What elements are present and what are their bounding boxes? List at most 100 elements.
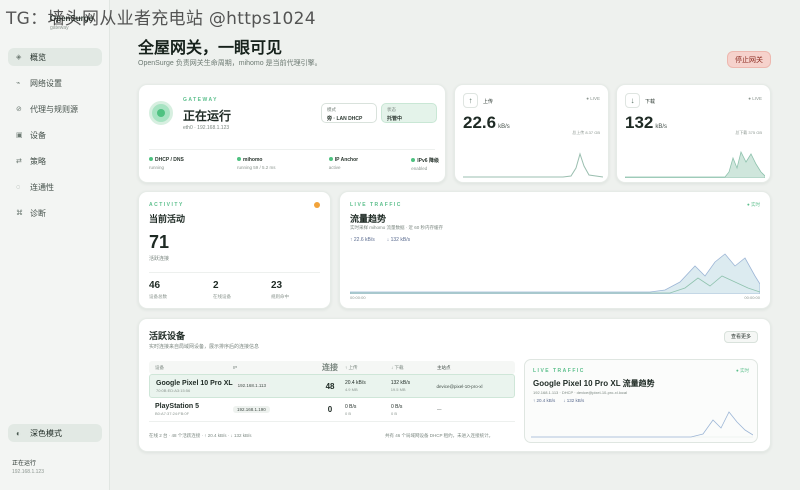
sidebar-item-label: 连通性: [30, 182, 54, 192]
feature-ip-anchor: IP Anchor active: [328, 157, 359, 171]
download-unit: kB/s: [655, 124, 668, 130]
upload-label: 上传: [483, 99, 494, 105]
connectivity-icon: ◌: [16, 183, 21, 191]
page-title: 全屋网关，一眼可见: [138, 40, 283, 57]
sidebar-status-text: 正在运行: [12, 461, 37, 467]
live-traffic-kicker: LIVE TRAFFIC: [350, 202, 402, 208]
live-tag: ● LIVE: [586, 96, 600, 101]
upload-sparkline: [463, 152, 603, 178]
sidebar-item-label: 诊断: [30, 208, 46, 218]
activity-kicker: ACTIVITY: [149, 202, 184, 208]
sidebar-item-devices[interactable]: ▣ 设备: [8, 126, 102, 144]
upload-rate: 0 B/s: [345, 403, 357, 410]
gateway-kicker: GATEWAY: [183, 97, 218, 103]
feature-ipv6: IPv6 降级 enabled: [411, 157, 439, 171]
activity-indicator: [314, 202, 320, 208]
device-connections: 48: [325, 381, 335, 391]
device-name: Google Pixel 10 Pro XL: [156, 379, 233, 387]
download-sparkline: [625, 150, 765, 178]
download-total: 0 B: [391, 410, 398, 416]
status-dot-icon: [411, 158, 416, 162]
sidebar-status-ip: 192.168.1.123: [12, 469, 44, 475]
page-subtitle: OpenSurge 负责网关生命周期，mihomo 是当前代理引擎。: [138, 60, 322, 67]
stat-online: 2 在线设备: [213, 280, 231, 300]
stat-rules: 23 规则命中: [271, 280, 289, 300]
pill-value: 托管中: [387, 116, 403, 122]
feature-title: IPv6 降级: [417, 158, 439, 164]
status-dot-icon: [237, 157, 242, 161]
upload-unit: kB/s: [498, 124, 510, 130]
download-card: ↓ 下载 ● LIVE 132 kB/s 总下载 375 GB: [616, 84, 771, 183]
upload-total: 总上传 8.37 GB: [572, 130, 600, 135]
sidebar-item-connectivity[interactable]: ◌ 连通性: [8, 178, 102, 196]
sidebar-item-network[interactable]: ⌁ 网络设置: [8, 74, 102, 92]
live-traffic-subtitle: 实时采样 mihomo 流量数据 · 近 60 秒内存缓存: [350, 225, 444, 230]
upload-card: ↑ 上传 ● LIVE 22.6 kB/s 总上传 8.37 GB: [454, 84, 609, 183]
device-upload: 0 B/s 0 B: [345, 404, 391, 416]
device-traffic-panel: LIVE TRAFFIC ● 实时 Google Pixel 10 Pro XL…: [524, 359, 758, 443]
status-dot-icon: [149, 157, 153, 161]
view-more-button[interactable]: 查看更多: [723, 331, 758, 343]
gateway-mode-pill: 模式旁 · LAN DHCP: [321, 103, 377, 123]
moon-icon: ◐: [16, 428, 21, 438]
stat-value: 2: [213, 280, 219, 291]
device-ip: 192.168.1.190: [233, 405, 270, 413]
gateway-features: DHCP / DNS running mihomo running 59 / 5.2…: [149, 157, 439, 171]
dark-mode-label: 深色模式: [30, 428, 62, 438]
table-row[interactable]: Google Pixel 10 Pro XL 70:0B:ED:A3:15:56 …: [149, 374, 515, 398]
stat-devices: 46 设备总数: [149, 280, 167, 300]
sidebar-item-label: 策略: [30, 156, 46, 166]
sidebar: OpenSurge gateway ◈ 概览 ⌁ 网络设置 ⊘ 代理与规则源 ▣ 设备 …: [0, 0, 110, 490]
download-label: 下载: [645, 99, 656, 105]
download-value: 132 kB/s: [625, 113, 667, 133]
feature-title: DHCP / DNS: [155, 157, 184, 163]
gateway-state-pill: 状态 托管中: [381, 103, 437, 123]
upload-rate: 20.4 kB/s: [344, 380, 366, 386]
live-traffic-legend: ↑ 22.6 kB/s ↓ 132 kB/s: [350, 237, 422, 243]
feature-dhcp-dns: DHCP / DNS running: [149, 157, 184, 171]
legend-upload: ↑ 22.6 kB/s: [350, 237, 375, 243]
device-name: PlayStation 5: [155, 403, 199, 410]
pill-label: 模式: [327, 107, 336, 112]
device-connections: 0: [327, 405, 333, 414]
download-rate: 132 kB/s: [390, 380, 411, 386]
gateway-ip: eth0 · 192.168.1.123: [183, 125, 230, 131]
sidebar-item-diagnostics[interactable]: ⌘ 诊断: [8, 204, 102, 222]
feature-title: mihomo: [243, 157, 263, 163]
dark-mode-toggle[interactable]: ◐ 深色模式: [8, 424, 102, 442]
device-traffic-kicker: LIVE TRAFFIC: [533, 368, 585, 374]
sidebar-nav: ◈ 概览 ⌁ 网络设置 ⊘ 代理与规则源 ▣ 设备 ⇄ 策略 ◌ 连通性 ⌘ 诊断: [8, 48, 102, 230]
stat-value: 23: [271, 280, 283, 291]
sidebar-item-proxy[interactable]: ⊘ 代理与规则源: [8, 100, 102, 118]
divider: [149, 272, 320, 273]
sidebar-item-overview[interactable]: ◈ 概览: [8, 48, 102, 66]
legend-download: ↓ 132 kB/s: [386, 237, 411, 243]
column-host: 主站点: [437, 364, 451, 370]
upload-number: 22.6: [463, 113, 497, 132]
download-arrow-icon: ↓: [625, 93, 640, 108]
device-host: —: [437, 407, 442, 412]
live-tag: ● LIVE: [748, 96, 762, 101]
device-traffic-title: Google Pixel 10 Pro XL 流量趋势: [533, 379, 655, 388]
feature-title: IP Anchor: [334, 157, 359, 163]
stat-label: 设备总数: [149, 294, 167, 299]
column-download: ↓ 下载: [391, 364, 404, 370]
policy-icon: ⇄: [16, 158, 22, 165]
download-number: 132: [625, 113, 654, 132]
sidebar-item-policy[interactable]: ⇄ 策略: [8, 152, 102, 170]
network-icon: ⌁: [16, 80, 21, 87]
stat-label: 规则命中: [271, 294, 289, 299]
column-ip: IP: [233, 365, 238, 370]
upload-arrow-icon: ↑: [463, 93, 478, 108]
live-indicator: ● 实时: [747, 202, 760, 207]
stop-gateway-button[interactable]: 停止网关: [727, 51, 771, 68]
table-row[interactable]: PlayStation 5 B0:A7:37:24:FB:0F 192.168.1…: [149, 398, 515, 422]
upload-total: 4.9 MB: [344, 387, 358, 392]
sidebar-item-label: 网络设置: [30, 78, 62, 88]
time-end: 00:00:00: [744, 295, 760, 300]
devices-icon: ▣: [16, 132, 23, 139]
active-devices-card: 活跃设备 实时连接来自局域网设备，展示排序后的连接信息 查看更多 设备 IP 连…: [138, 318, 771, 452]
legend-download: ↓ 132 kB/s: [563, 398, 585, 403]
devices-footer-note: 共有 46 个局域网设备 DHCP 租约，未进入连接统计。: [385, 433, 494, 438]
device-ip-cell: 192.168.1.113: [233, 382, 316, 389]
